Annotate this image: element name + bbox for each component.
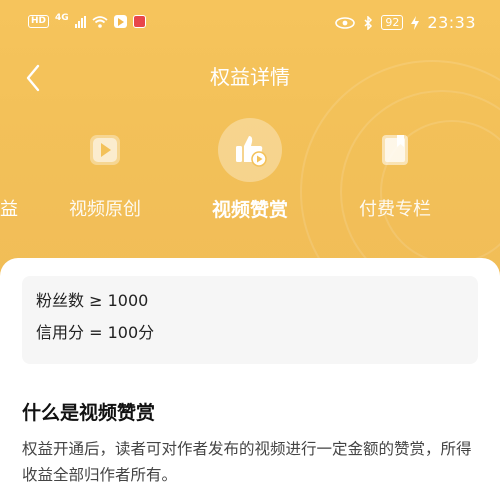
- tab-label: 付费专栏: [359, 199, 431, 220]
- tab-label: 视频赞赏: [211, 199, 288, 221]
- section-description: 权益开通后，读者可对作者发布的视频进行一定金额的赞赏，所得收益全部归作者所有。: [22, 440, 472, 484]
- tab-label: 视频原创: [69, 199, 141, 220]
- eye-icon: [335, 16, 356, 29]
- screen: HD 4G 92 23:33 权益详情 益 视频原创 视频赞赏 付费专栏 粉丝数…: [0, 0, 500, 494]
- tab-partial-label[interactable]: 益: [0, 198, 18, 222]
- clock: 23:33: [427, 13, 476, 32]
- app-notification-icon: [113, 15, 127, 28]
- battery-icon: 92: [381, 15, 404, 30]
- status-left: HD 4G: [28, 12, 146, 28]
- app-notification-icon: [132, 15, 146, 28]
- hd-badge: HD: [28, 15, 50, 28]
- section-title: 什么是视频赞赏: [22, 402, 156, 424]
- requirement-credit: 信用分 = 100分: [36, 323, 155, 342]
- requirement-fans: 粉丝数 ≥ 1000: [36, 291, 149, 310]
- wifi-icon: [92, 15, 108, 28]
- charging-icon: [411, 15, 420, 30]
- page-title: 权益详情: [210, 65, 290, 89]
- book-icon: [382, 135, 408, 165]
- thumbs-up-play-icon: [236, 136, 267, 167]
- signal-icon: [74, 15, 86, 28]
- bluetooth-icon: [364, 15, 373, 30]
- video-play-icon: [90, 135, 120, 165]
- status-bar: HD 4G 92 23:33: [0, 0, 500, 46]
- network-type: 4G: [55, 12, 69, 23]
- status-right: 92 23:33: [335, 13, 476, 32]
